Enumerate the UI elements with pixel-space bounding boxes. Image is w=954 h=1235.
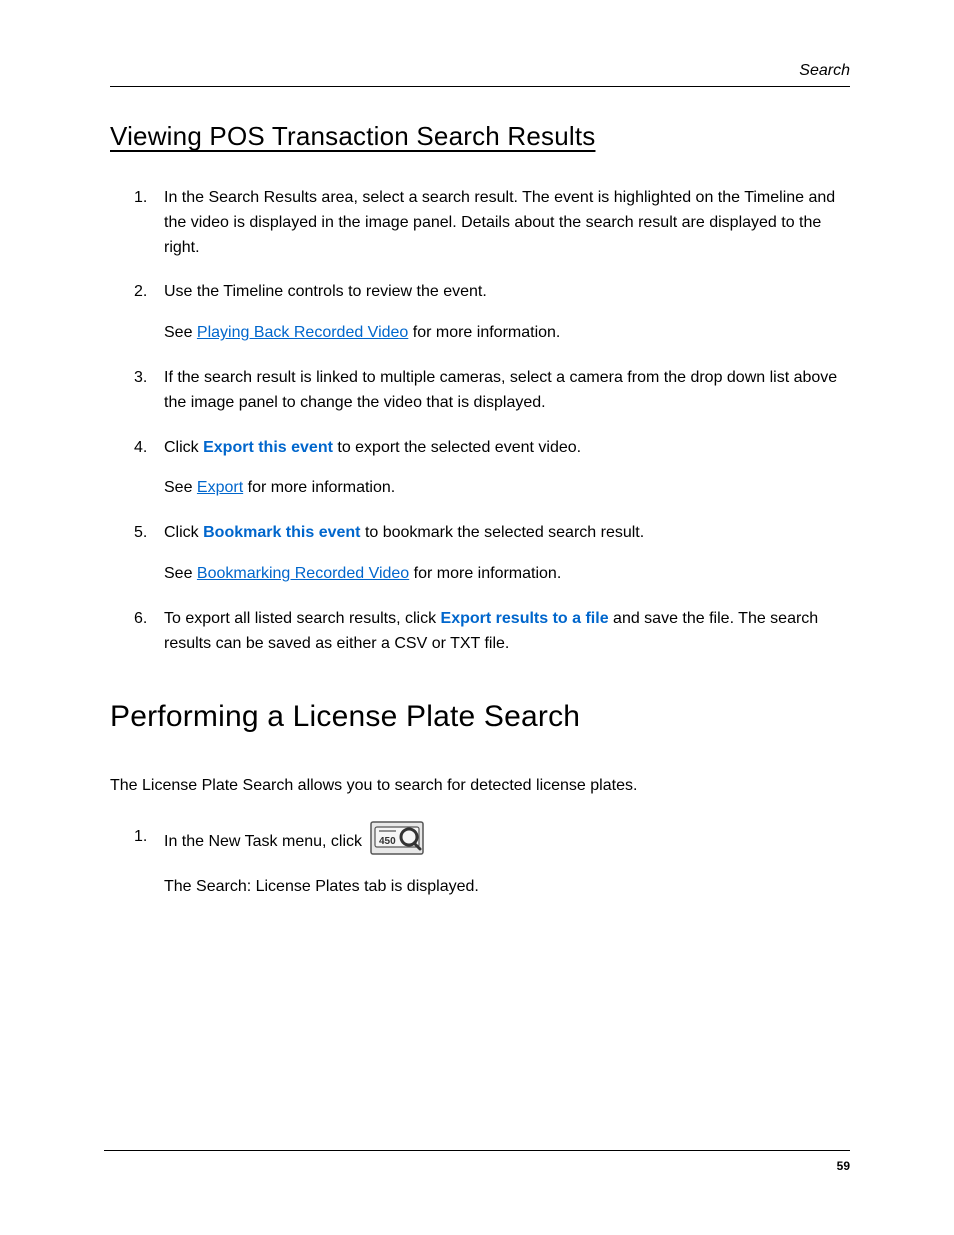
step-item: Click Export this event to export the se… bbox=[164, 436, 850, 502]
sub-prefix: See bbox=[164, 565, 197, 582]
link-playing-back-recorded-video[interactable]: Playing Back Recorded Video bbox=[197, 324, 408, 341]
step-item: In the New Task menu, click 450 The Sear… bbox=[164, 825, 850, 900]
license-plate-search-icon: 450 bbox=[370, 821, 424, 855]
page-footer: 59 bbox=[104, 1150, 850, 1175]
sub-text: The Search: License Plates tab is displa… bbox=[164, 878, 479, 895]
sub-suffix: for more information. bbox=[409, 565, 561, 582]
step-prefix: To export all listed search results, cli… bbox=[164, 610, 441, 627]
steps-list-2: In the New Task menu, click 450 The Sear… bbox=[110, 825, 850, 900]
step-text: In the Search Results area, select a sea… bbox=[164, 189, 835, 256]
link-bookmarking-recorded-video[interactable]: Bookmarking Recorded Video bbox=[197, 565, 409, 582]
header-section-label: Search bbox=[799, 62, 850, 79]
step-sub: The Search: License Plates tab is displa… bbox=[164, 875, 850, 900]
ui-label-export-this-event: Export this event bbox=[203, 439, 333, 456]
section-heading-license-plate-search: Performing a License Plate Search bbox=[110, 700, 850, 734]
step-item: Use the Timeline controls to review the … bbox=[164, 280, 850, 346]
sub-suffix: for more information. bbox=[408, 324, 560, 341]
sub-prefix: See bbox=[164, 479, 197, 496]
step-sub: See Bookmarking Recorded Video for more … bbox=[164, 562, 850, 587]
step-prefix: Click bbox=[164, 439, 203, 456]
step-prefix: Click bbox=[164, 524, 203, 541]
ui-label-export-results-to-file: Export results to a file bbox=[441, 610, 609, 627]
step-suffix: to export the selected event video. bbox=[333, 439, 581, 456]
step-item: Click Bookmark this event to bookmark th… bbox=[164, 521, 850, 587]
step-item: In the Search Results area, select a sea… bbox=[164, 186, 850, 260]
page-header: Search bbox=[110, 62, 850, 87]
document-page: Search Viewing POS Transaction Search Re… bbox=[0, 0, 954, 1235]
section-heading-viewing-pos: Viewing POS Transaction Search Results bbox=[110, 121, 850, 152]
sub-suffix: for more information. bbox=[243, 479, 395, 496]
steps-list-1: In the Search Results area, select a sea… bbox=[110, 186, 850, 656]
section-intro: The License Plate Search allows you to s… bbox=[110, 774, 850, 799]
step-sub: See Export for more information. bbox=[164, 476, 850, 501]
step-item: If the search result is linked to multip… bbox=[164, 366, 850, 416]
step-text: Use the Timeline controls to review the … bbox=[164, 283, 487, 300]
step-prefix: In the New Task menu, click bbox=[164, 833, 366, 850]
step-text: If the search result is linked to multip… bbox=[164, 369, 837, 411]
page-number: 59 bbox=[837, 1159, 850, 1173]
sub-prefix: See bbox=[164, 324, 197, 341]
link-export[interactable]: Export bbox=[197, 479, 243, 496]
plate-number: 450 bbox=[379, 836, 396, 847]
step-suffix: to bookmark the selected search result. bbox=[361, 524, 645, 541]
ui-label-bookmark-this-event: Bookmark this event bbox=[203, 524, 360, 541]
step-sub: See Playing Back Recorded Video for more… bbox=[164, 321, 850, 346]
step-item: To export all listed search results, cli… bbox=[164, 607, 850, 657]
